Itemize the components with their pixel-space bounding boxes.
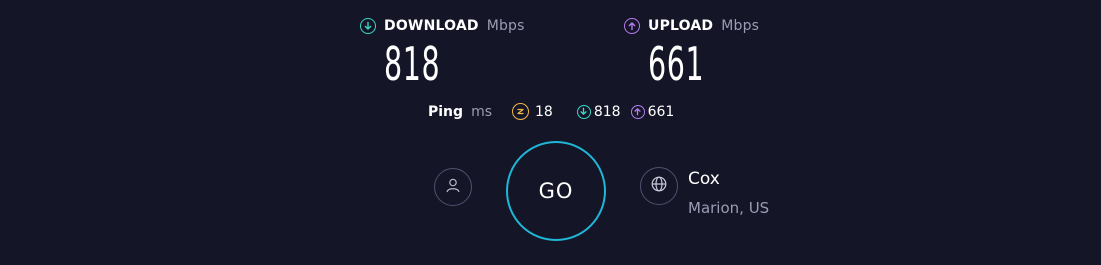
account-button[interactable] (434, 168, 472, 206)
download-unit: Mbps (486, 18, 525, 34)
upload-latency-value: 661 (647, 103, 675, 120)
go-label: GO (538, 179, 574, 203)
user-icon (444, 176, 462, 198)
ping-row: Ping ms 18 818 661 (428, 103, 674, 120)
speedtest-panel: DOWNLOAD Mbps 818 UPLOAD Mbps 661 Ping m… (0, 0, 1101, 265)
upload-label: UPLOAD (648, 18, 714, 34)
latency-icon (512, 103, 529, 120)
server-location[interactable]: Marion, US (688, 199, 769, 217)
upload-value: 661 (648, 37, 705, 91)
upload-latency-icon (630, 104, 645, 119)
upload-header: UPLOAD Mbps (624, 18, 759, 34)
ping-label: Ping (428, 103, 464, 120)
change-server-button[interactable] (640, 167, 678, 205)
upload-arrow-icon (624, 18, 640, 34)
ping-unit: ms (471, 103, 492, 120)
idle-latency-value: 18 (535, 103, 553, 120)
go-button[interactable]: GO (506, 141, 606, 241)
download-label: DOWNLOAD (384, 18, 479, 34)
isp-name: Cox (688, 169, 720, 189)
upload-unit: Mbps (721, 18, 760, 34)
download-header: DOWNLOAD Mbps (360, 18, 525, 34)
download-arrow-icon (360, 18, 376, 34)
globe-icon (650, 175, 668, 197)
download-latency-value: 818 (593, 103, 621, 120)
download-value: 818 (384, 37, 441, 91)
download-latency-icon (576, 104, 591, 119)
